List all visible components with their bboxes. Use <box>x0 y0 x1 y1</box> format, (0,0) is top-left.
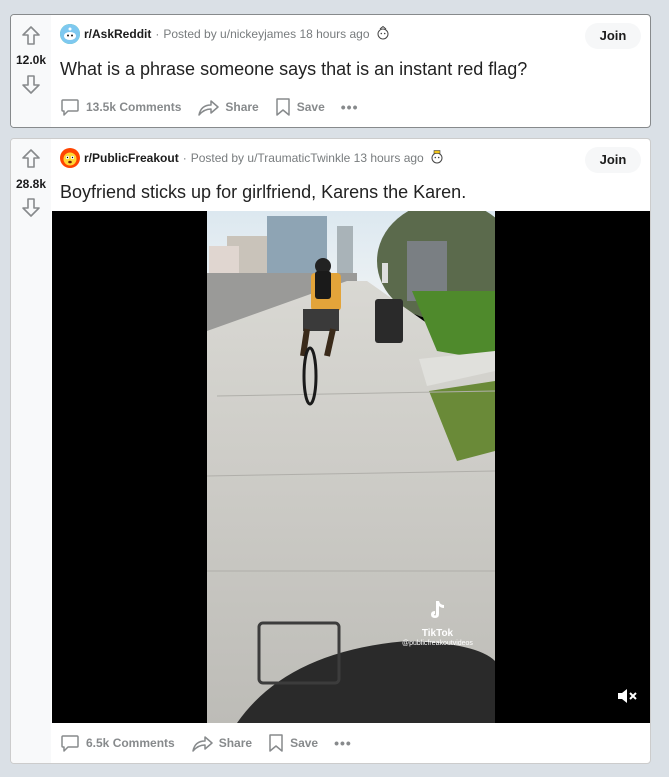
join-button[interactable]: Join <box>585 147 641 173</box>
post-time[interactable]: 13 hours ago <box>354 151 424 165</box>
askreddit-icon[interactable] <box>60 24 80 44</box>
join-button[interactable]: Join <box>585 23 641 49</box>
save-button[interactable]: Save <box>268 733 318 753</box>
posted-by[interactable]: Posted by u/TraumaticTwinkle <box>191 151 351 165</box>
tiktok-icon <box>431 601 445 618</box>
comments-count: 6.5k Comments <box>86 736 175 750</box>
video-frame[interactable]: TikTok @publicfreakoutvideos <box>207 211 495 723</box>
save-icon <box>275 98 290 116</box>
comment-icon <box>61 99 79 116</box>
save-button[interactable]: Save <box>275 97 325 117</box>
vote-column: 12.0k <box>11 15 51 127</box>
publicfreakout-icon[interactable] <box>60 148 80 168</box>
mute-button[interactable] <box>616 686 638 711</box>
share-button[interactable]: Share <box>191 733 252 753</box>
share-icon <box>198 100 220 116</box>
tiktok-handle: @publicfreakoutvideos <box>402 640 473 647</box>
post-actions: 13.5k Comments Share Save ••• <box>60 97 374 117</box>
share-label: Share <box>225 100 259 114</box>
tiktok-watermark: TikTok @publicfreakoutvideos <box>402 599 473 647</box>
comments-button[interactable]: 13.5k Comments <box>60 97 181 117</box>
save-label: Save <box>290 736 319 750</box>
post-meta: r/AskReddit · Posted by u/nickeyjames 18… <box>60 24 391 44</box>
comments-count: 13.5k Comments <box>86 100 182 114</box>
save-icon <box>269 734 283 752</box>
vote-column: 28.8k <box>11 139 51 763</box>
share-icon <box>191 736 213 752</box>
post-card[interactable]: 28.8k r/PublicFreakout · Posted by u/Tra… <box>10 138 651 764</box>
post-meta: r/PublicFreakout · Posted by u/Traumatic… <box>60 148 445 168</box>
share-label: Share <box>218 736 253 750</box>
post-title[interactable]: Boyfriend sticks up for girlfriend, Kare… <box>60 182 466 203</box>
award-icon[interactable] <box>429 149 445 168</box>
post-title[interactable]: What is a phrase someone says that is an… <box>60 59 527 80</box>
subreddit-link[interactable]: r/AskReddit <box>84 27 151 41</box>
share-button[interactable]: Share <box>197 97 259 117</box>
vote-count: 12.0k <box>15 53 47 67</box>
mute-icon <box>618 689 637 703</box>
subreddit-link[interactable]: r/PublicFreakout <box>84 151 179 165</box>
vote-count: 28.8k <box>15 177 47 191</box>
upvote-icon[interactable] <box>21 148 41 170</box>
upvote-icon[interactable] <box>21 25 41 47</box>
post-card[interactable]: 12.0k r/AskReddit · Posted by u/nickeyja… <box>10 14 651 128</box>
separator-dot: · <box>182 151 187 165</box>
posted-by[interactable]: Posted by u/nickeyjames <box>163 27 296 41</box>
save-label: Save <box>296 100 325 114</box>
more-options-button[interactable]: ••• <box>334 735 352 751</box>
post-time[interactable]: 18 hours ago <box>299 27 369 41</box>
award-icon[interactable] <box>375 25 391 44</box>
separator-dot: · <box>155 27 160 41</box>
downvote-icon[interactable] <box>21 196 41 218</box>
more-options-button[interactable]: ••• <box>341 99 359 115</box>
post-actions: 6.5k Comments Share Save ••• <box>60 733 368 753</box>
comments-button[interactable]: 6.5k Comments <box>60 733 175 753</box>
tiktok-brand: TikTok <box>421 628 454 639</box>
video-player[interactable]: TikTok @publicfreakoutvideos <box>52 211 650 723</box>
downvote-icon[interactable] <box>21 73 41 95</box>
comment-icon <box>61 735 79 752</box>
